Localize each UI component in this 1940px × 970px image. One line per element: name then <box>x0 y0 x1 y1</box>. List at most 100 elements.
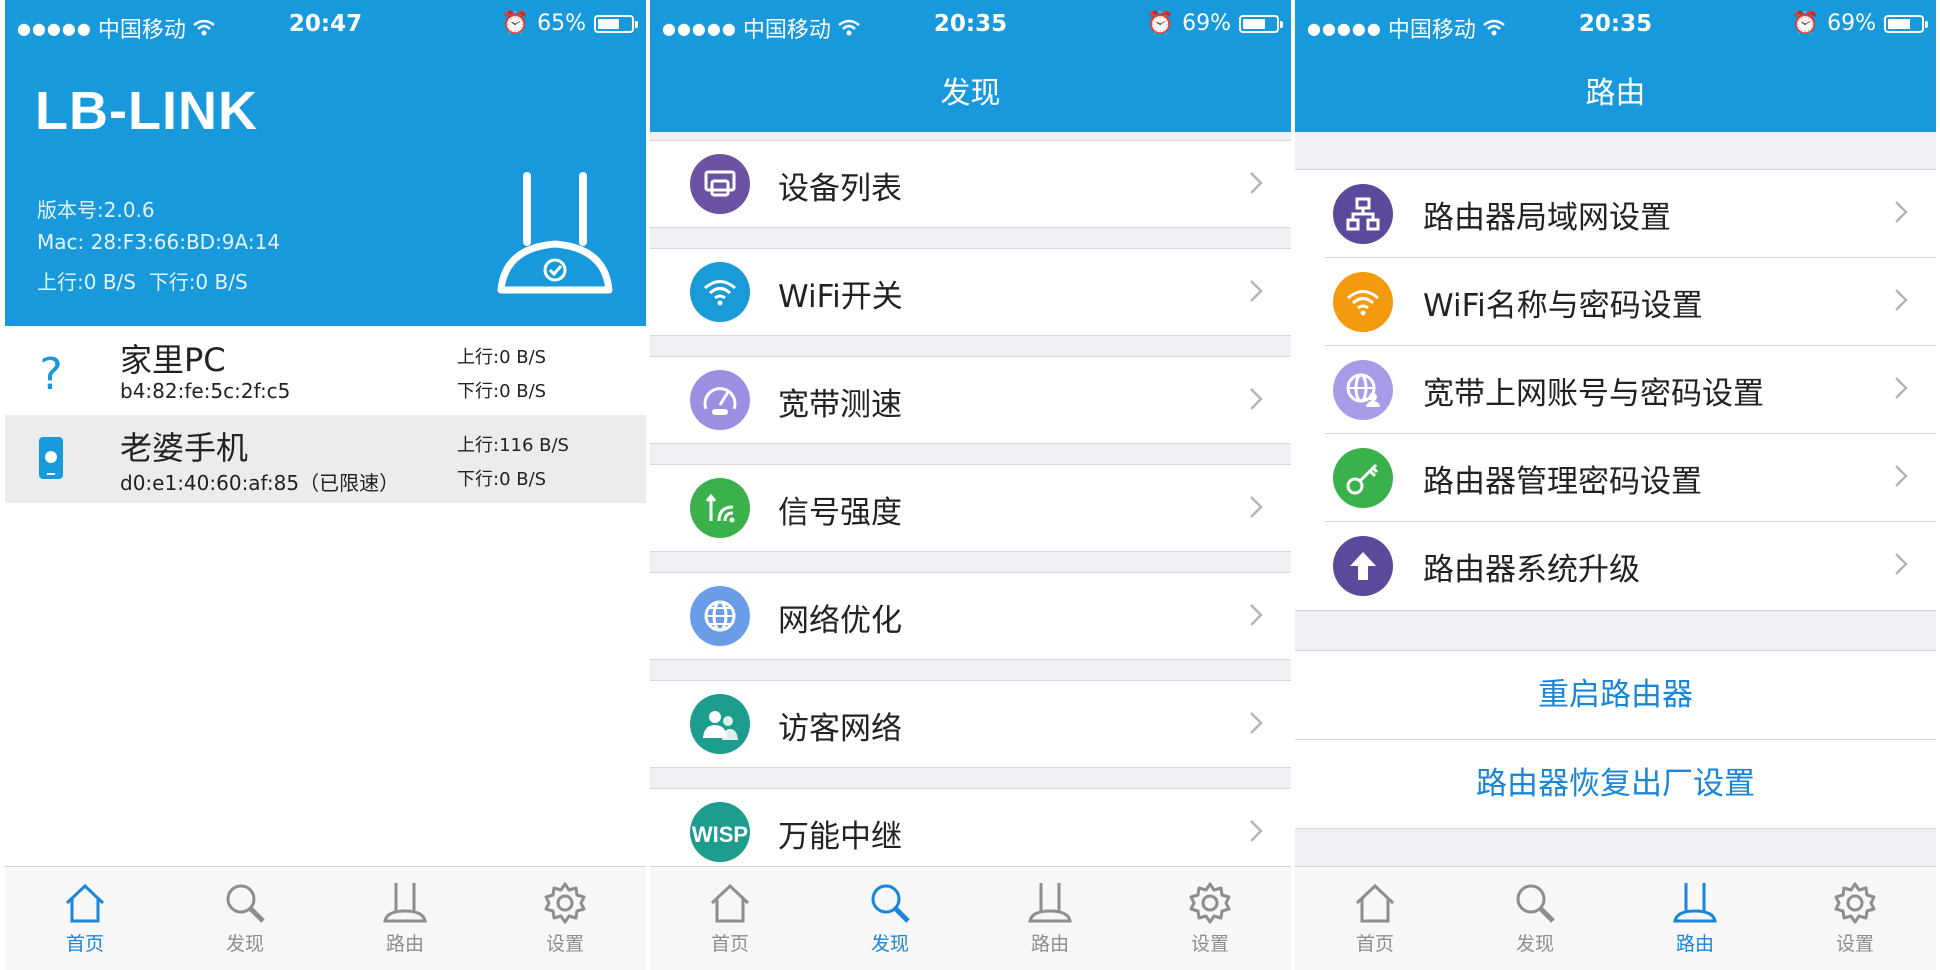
discover-item-label: WiFi开关 <box>778 279 903 315</box>
wifi-icon <box>690 262 750 322</box>
battery-icon <box>594 14 638 33</box>
home-icon <box>1355 883 1395 923</box>
device-mac: d0:e1:40:60:af:85（已限速） <box>120 471 400 495</box>
chevron-right-icon <box>1895 201 1908 223</box>
guests-icon <box>690 694 750 754</box>
discover-item[interactable]: 访客网络 <box>650 680 1291 768</box>
discover-screen: 发现 ●●●●● 中国移动 20:35 ⏰ 69% 设备列表 WiFi开关 宽带测… <box>650 0 1291 970</box>
tab-router[interactable]: 路由 <box>325 867 485 970</box>
status-bar: ●●●●● 中国移动 20:47 ⏰ 65% <box>5 0 646 50</box>
router-setting-item[interactable]: 宽带上网账号与密码设置 <box>1295 346 1936 434</box>
device-row[interactable]: 老婆手机 d0:e1:40:60:af:85（已限速） 上行:116 B/S 下… <box>5 415 646 503</box>
chevron-right-icon <box>1895 289 1908 311</box>
gear-icon <box>1834 882 1876 924</box>
discover-item[interactable]: 宽带测速 <box>650 356 1291 444</box>
factory-reset-button[interactable]: 路由器恢复出厂设置 <box>1295 739 1936 829</box>
search-icon <box>1516 884 1555 923</box>
reboot-router-button[interactable]: 重启路由器 <box>1295 650 1936 739</box>
tab-home[interactable]: 首页 <box>5 867 165 970</box>
tab-label: 首页 <box>710 933 749 955</box>
search-icon <box>871 884 910 923</box>
chevron-right-icon <box>1250 388 1263 410</box>
device-list-icon <box>690 154 750 214</box>
tab-discover[interactable]: 发现 <box>810 867 970 970</box>
gear-icon <box>544 882 586 924</box>
discover-item[interactable]: 网络优化 <box>650 572 1291 660</box>
tab-label: 发现 <box>870 933 909 955</box>
router-setting-item[interactable]: 路由器系统升级 <box>1295 522 1936 610</box>
chevron-right-icon <box>1895 377 1908 399</box>
wisp-icon: WISP <box>690 802 750 862</box>
battery-icon <box>1884 14 1928 33</box>
tab-discover[interactable]: 发现 <box>1455 867 1615 970</box>
discover-item-label: 访客网络 <box>778 711 902 747</box>
tab-label: 设置 <box>545 933 584 955</box>
discover-item[interactable]: 设备列表 <box>650 140 1291 228</box>
tab-router[interactable]: 路由 <box>1615 867 1775 970</box>
device-name: 家里PC <box>120 341 226 379</box>
speedometer-icon <box>690 370 750 430</box>
tab-home[interactable]: 首页 <box>1295 867 1455 970</box>
device-row[interactable]: ? 家里PC b4:82:fe:5c:2f:c5 上行:0 B/S 下行:0 B… <box>5 327 646 415</box>
device-download: 下行:0 B/S <box>457 381 547 402</box>
tab-settings[interactable]: 设置 <box>1775 867 1935 970</box>
router-setting-label: 路由器系统升级 <box>1423 552 1640 588</box>
chevron-right-icon <box>1250 496 1263 518</box>
router-setting-item[interactable]: WiFi名称与密码设置 <box>1295 258 1936 346</box>
discover-item-label: 信号强度 <box>778 495 902 531</box>
key-icon <box>1333 448 1393 508</box>
tab-label: 首页 <box>65 933 104 955</box>
chevron-right-icon <box>1895 465 1908 487</box>
svg-text:?: ? <box>39 349 62 399</box>
apple-phone-icon <box>39 437 63 479</box>
tab-label: 路由 <box>1675 933 1714 955</box>
tab-label: 发现 <box>1515 933 1554 955</box>
discover-item[interactable]: WiFi开关 <box>650 248 1291 336</box>
globe-user-icon <box>1333 360 1393 420</box>
chevron-right-icon <box>1250 712 1263 734</box>
home-screen: LB-LINK 版本号:2.0.6 Mac: 28:F3:66:BD:9A:14… <box>5 0 646 970</box>
page-title: 发现 <box>940 76 1001 111</box>
signal-icon <box>690 478 750 538</box>
tab-home[interactable]: 首页 <box>650 867 810 970</box>
tab-router[interactable]: 路由 <box>970 867 1130 970</box>
globe-icon <box>690 586 750 646</box>
tab-settings[interactable]: 设置 <box>1130 867 1290 970</box>
device-upload: 上行:0 B/S <box>457 347 547 368</box>
alarm-icon: ⏰ <box>1146 11 1175 36</box>
discover-item-label: 设备列表 <box>778 171 902 207</box>
router-icon <box>1673 883 1717 923</box>
svg-text:WISP: WISP <box>692 822 748 847</box>
discover-item[interactable]: WISP 万能中继 <box>650 788 1291 876</box>
chevron-right-icon <box>1250 604 1263 626</box>
router-setting-item[interactable]: 路由器管理密码设置 <box>1295 434 1936 522</box>
upgrade-icon <box>1333 536 1393 596</box>
discover-item-label: 万能中继 <box>778 819 902 855</box>
status-bar: ●●●●● 中国移动 20:35 ⏰ 69% <box>1295 0 1936 50</box>
tab-discover[interactable]: 发现 <box>165 867 325 970</box>
tab-settings[interactable]: 设置 <box>485 867 645 970</box>
router-setting-label: 路由器管理密码设置 <box>1423 464 1702 500</box>
router-setting-label: 宽带上网账号与密码设置 <box>1423 376 1764 412</box>
tab-bar: 首页 发现 路由 设置 <box>1295 866 1936 970</box>
discover-item[interactable]: 信号强度 <box>650 464 1291 552</box>
lan-icon <box>1333 184 1393 244</box>
tab-label: 路由 <box>1030 933 1069 955</box>
router-setting-label: WiFi名称与密码设置 <box>1423 288 1703 324</box>
tab-label: 设置 <box>1835 933 1874 955</box>
device-mac: b4:82:fe:5c:2f:c5 <box>120 379 291 403</box>
search-icon <box>226 884 265 923</box>
speed-label: 上行:0 B/S 下行:0 B/S <box>37 270 248 294</box>
alarm-icon: ⏰ <box>1791 11 1820 36</box>
device-download: 下行:0 B/S <box>457 469 547 490</box>
device-upload: 上行:116 B/S <box>457 435 569 456</box>
router-icon <box>1028 883 1072 923</box>
battery-percent: 69% <box>1182 11 1231 36</box>
battery-icon <box>1239 14 1283 33</box>
page-title: 路由 <box>1585 76 1646 111</box>
router-setting-item[interactable]: 路由器局域网设置 <box>1295 170 1936 258</box>
chevron-right-icon <box>1250 280 1263 302</box>
chevron-right-icon <box>1250 172 1263 194</box>
discover-item-label: 宽带测速 <box>778 387 902 423</box>
tab-label: 路由 <box>385 933 424 955</box>
